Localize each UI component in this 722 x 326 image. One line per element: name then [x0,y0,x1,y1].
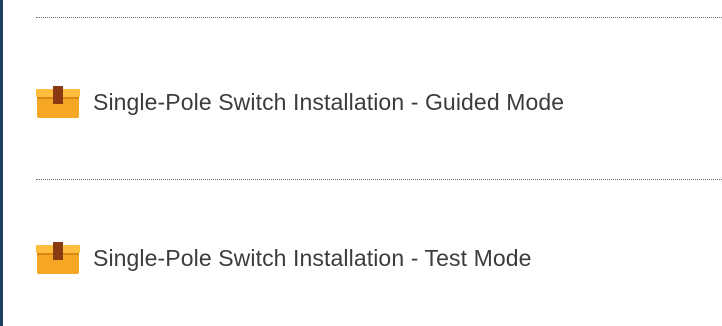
panel-left-border [0,0,3,326]
activity-list-panel: Single-Pole Switch Installation - Guided… [0,0,722,326]
list-item-test-mode[interactable]: Single-Pole Switch Installation - Test M… [36,238,532,278]
list-item-label: Single-Pole Switch Installation - Test M… [93,244,532,271]
list-item-label: Single-Pole Switch Installation - Guided… [93,88,565,115]
list-divider [36,17,722,18]
package-icon [36,85,80,119]
package-icon [36,241,80,275]
list-item-guided-mode[interactable]: Single-Pole Switch Installation - Guided… [36,82,564,122]
list-divider [36,179,722,180]
